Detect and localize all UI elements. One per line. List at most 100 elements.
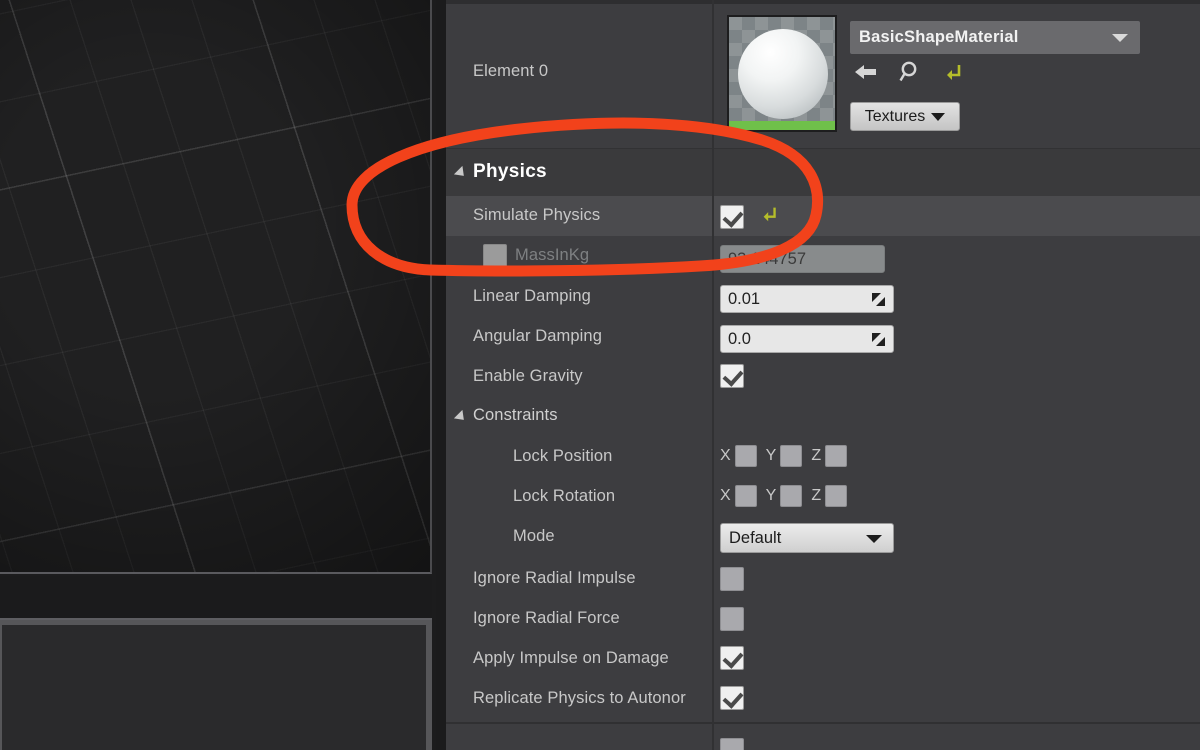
row-ignore-radial-impulse[interactable]: Ignore Radial Impulse [446, 558, 1200, 598]
details-column-divider[interactable] [712, 0, 714, 750]
next-partial-value [720, 738, 744, 750]
material-element-row: Element 0 BasicShapeMaterial Textures [446, 4, 1200, 140]
mass-in-kg-number: 93.144757 [728, 249, 806, 268]
row-apply-impulse-on-damage[interactable]: Apply Impulse on Damage [446, 638, 1200, 678]
apply-impulse-on-damage-checkbox[interactable] [720, 646, 744, 670]
app-window: Element 0 BasicShapeMaterial Textures Ph… [0, 0, 1200, 750]
enable-gravity-value [720, 364, 744, 388]
lock-rotation-z[interactable]: Z [811, 485, 848, 507]
ignore-radial-impulse-checkbox[interactable] [720, 567, 744, 591]
row-lock-rotation[interactable]: Lock Rotation X Y Z [446, 476, 1200, 516]
enable-gravity-checkbox[interactable] [720, 364, 744, 388]
ignore-radial-impulse-label: Ignore Radial Impulse [473, 569, 636, 587]
reset-arrow-icon[interactable] [760, 204, 780, 229]
axis-label-x: X [720, 487, 731, 504]
search-icon[interactable] [899, 60, 923, 89]
element-0-label: Element 0 [473, 62, 549, 80]
viewport-pane [0, 0, 436, 750]
mode-dropdown[interactable]: Default [720, 523, 894, 553]
apply-impulse-on-damage-value [720, 646, 744, 670]
mass-in-kg-value: 93.144757 [720, 245, 885, 273]
ignore-radial-force-checkbox[interactable] [720, 607, 744, 631]
lock-position-y-checkbox[interactable] [780, 445, 803, 467]
chevron-down-icon [1112, 34, 1128, 42]
row-mode[interactable]: Mode Default [446, 516, 1200, 556]
axis-label-x: X [720, 447, 731, 464]
lock-rotation-x[interactable]: X [720, 485, 757, 507]
main-splitter[interactable] [436, 0, 446, 750]
lock-position-label: Lock Position [513, 447, 613, 465]
mass-in-kg-label: MassInKg [515, 246, 590, 264]
mode-selected-value: Default [729, 528, 782, 547]
linear-damping-number: 0.01 [728, 289, 761, 308]
material-thumbnail[interactable] [727, 15, 837, 132]
lock-rotation-x-checkbox[interactable] [734, 485, 757, 507]
lock-position-axes: X Y Z [720, 445, 848, 467]
back-arrow-icon[interactable] [853, 61, 879, 88]
spinner-drag-icon[interactable] [870, 331, 887, 348]
lock-rotation-y[interactable]: Y [766, 485, 803, 507]
angular-damping-value: 0.0 [720, 325, 894, 353]
chevron-down-icon [866, 535, 882, 543]
mass-override-checkbox[interactable] [483, 244, 507, 268]
viewport-vignette [0, 0, 430, 572]
expand-triangle-icon[interactable] [453, 409, 469, 425]
material-asset-name: BasicShapeMaterial [859, 28, 1019, 46]
apply-impulse-on-damage-label: Apply Impulse on Damage [473, 649, 669, 667]
axis-label-z: Z [811, 447, 822, 464]
linear-damping-value: 0.01 [720, 285, 894, 313]
angular-damping-field[interactable]: 0.0 [720, 325, 894, 353]
row-simulate-physics[interactable]: Simulate Physics [446, 196, 1200, 236]
expand-triangle-icon[interactable] [453, 165, 469, 181]
lock-rotation-z-checkbox[interactable] [825, 485, 848, 507]
simulate-physics-label: Simulate Physics [473, 206, 601, 224]
lock-position-y[interactable]: Y [766, 445, 803, 467]
material-action-icons [853, 60, 965, 89]
constraints-subheader[interactable]: Constraints [446, 396, 1200, 436]
spinner-drag-icon[interactable] [870, 291, 887, 308]
next-partial-checkbox[interactable] [720, 738, 744, 750]
ignore-radial-force-value [720, 607, 744, 631]
row-angular-damping[interactable]: Angular Damping 0.0 [446, 316, 1200, 356]
material-asset-dropdown[interactable]: BasicShapeMaterial [850, 21, 1140, 54]
lock-rotation-y-checkbox[interactable] [780, 485, 803, 507]
lock-position-x[interactable]: X [720, 445, 757, 467]
row-lock-position[interactable]: Lock Position X Y Z [446, 436, 1200, 476]
replicate-physics-label: Replicate Physics to Autonor [473, 689, 686, 707]
linear-damping-label: Linear Damping [473, 287, 591, 305]
reset-arrow-icon[interactable] [943, 61, 965, 88]
lock-position-z[interactable]: Z [811, 445, 848, 467]
mode-value: Default [720, 523, 894, 553]
axis-label-y: Y [765, 447, 777, 464]
lower-dock-panel[interactable] [0, 618, 432, 750]
axis-label-y: Y [765, 487, 777, 504]
level-viewport[interactable] [0, 0, 432, 574]
linear-damping-field[interactable]: 0.01 [720, 285, 894, 313]
mass-in-kg-field[interactable]: 93.144757 [720, 245, 885, 273]
simulate-physics-value [720, 204, 780, 229]
axis-label-z: Z [811, 487, 822, 504]
row-ignore-radial-force[interactable]: Ignore Radial Force [446, 598, 1200, 638]
enable-gravity-label: Enable Gravity [473, 367, 583, 385]
physics-category-header[interactable]: Physics [446, 148, 1200, 196]
viewport-gap [0, 576, 432, 618]
replicate-physics-value [720, 686, 744, 710]
row-enable-gravity[interactable]: Enable Gravity [446, 356, 1200, 396]
row-mass-in-kg[interactable]: MassInKg 93.144757 [446, 236, 1200, 276]
ignore-radial-impulse-value [720, 567, 744, 591]
physics-header-label: Physics [473, 161, 547, 182]
row-next-partial[interactable] [446, 724, 1200, 750]
row-linear-damping[interactable]: Linear Damping 0.01 [446, 276, 1200, 316]
textures-button[interactable]: Textures [850, 102, 960, 131]
ignore-radial-force-label: Ignore Radial Force [473, 609, 620, 627]
lock-rotation-label: Lock Rotation [513, 487, 616, 505]
mass-override-checkbox-wrap [483, 244, 507, 268]
thumbnail-sphere [738, 29, 828, 119]
replicate-physics-checkbox[interactable] [720, 686, 744, 710]
lock-position-x-checkbox[interactable] [734, 445, 757, 467]
simulate-physics-checkbox[interactable] [720, 204, 744, 229]
thumbnail-status-bar [729, 121, 835, 130]
lock-position-z-checkbox[interactable] [825, 445, 848, 467]
textures-button-label: Textures [864, 107, 926, 125]
row-replicate-physics[interactable]: Replicate Physics to Autonor [446, 678, 1200, 718]
